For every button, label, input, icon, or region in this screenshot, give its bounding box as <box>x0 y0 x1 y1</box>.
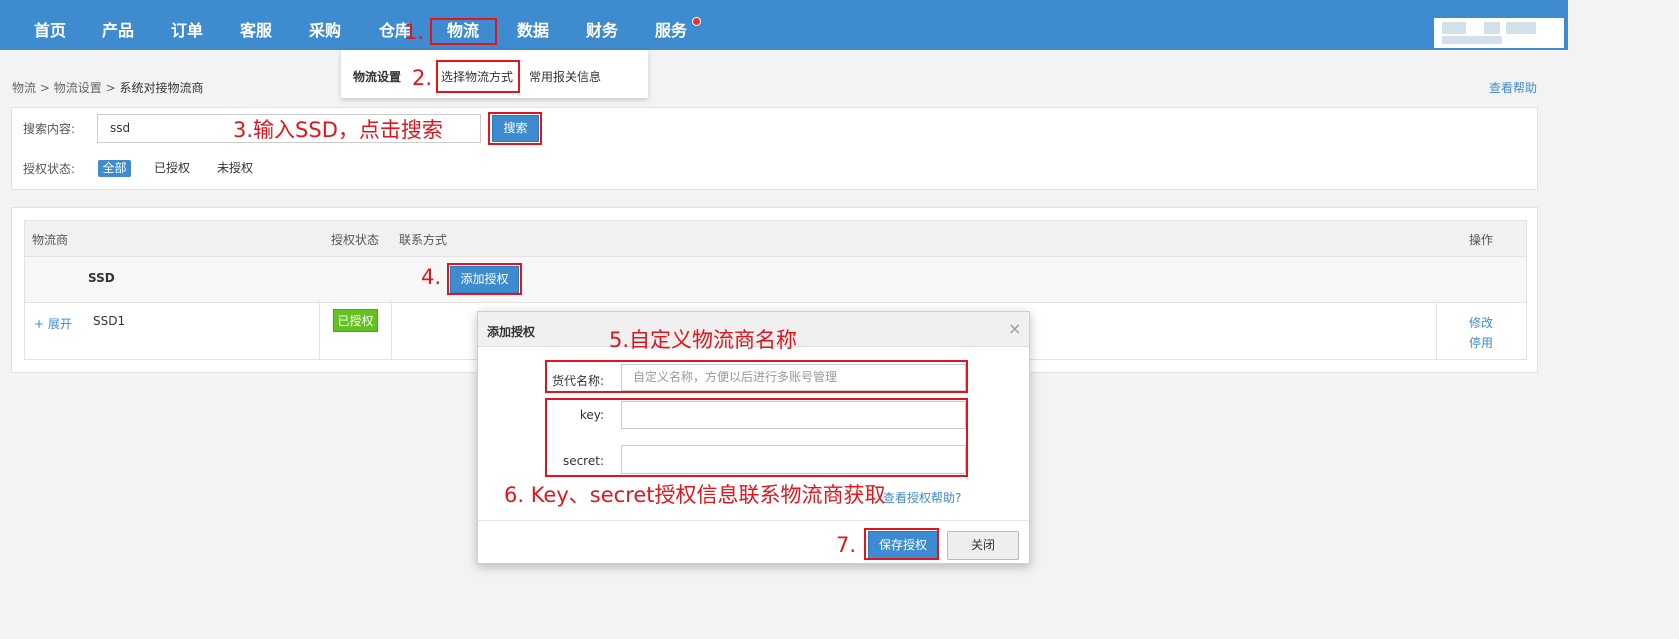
search-label: 搜索内容: <box>23 122 76 136</box>
annotation-box-alias <box>545 360 968 393</box>
annotation-box-add-auth <box>447 263 522 295</box>
nav-item-purchasing[interactable]: 采购 <box>309 0 341 50</box>
carrier-group-name: SSD <box>88 271 115 285</box>
help-link[interactable]: 查看帮助 <box>1489 79 1537 96</box>
annotation-step-1: 1. <box>404 20 425 44</box>
annotation-step-6: 6. Key、secret授权信息联系物流商获取 <box>504 483 886 507</box>
carrier-group-row <box>24 257 1527 303</box>
menu-item-customs-info[interactable]: 常用报关信息 <box>529 68 601 85</box>
annotation-box-save <box>864 528 939 560</box>
expand-toggle[interactable]: + 展开 <box>34 315 72 332</box>
annotation-step-5: 5.自定义物流商名称 <box>609 328 798 352</box>
auth-help-link[interactable]: 查看授权帮助? <box>883 489 961 506</box>
breadcrumb-current: 系统对接物流商 <box>119 81 204 95</box>
breadcrumb-logistics-settings[interactable]: 物流设置 <box>54 81 102 95</box>
close-icon[interactable]: × <box>1008 319 1021 338</box>
breadcrumb-separator: > <box>105 81 116 95</box>
filter-unauthorized[interactable]: 未授权 <box>217 160 253 177</box>
status-badge: 已授权 <box>333 309 378 332</box>
annotation-box-key-secret <box>545 398 968 477</box>
nav-item-home[interactable]: 首页 <box>34 0 66 50</box>
nav-item-products[interactable]: 产品 <box>102 0 134 50</box>
auth-status-label: 授权状态: <box>23 162 76 176</box>
breadcrumb: 物流 > 物流设置 > 系统对接物流商 <box>12 79 203 96</box>
nav-item-services[interactable]: 服务 <box>655 0 687 50</box>
column-header-carrier: 物流商 <box>32 233 69 247</box>
breadcrumb-separator: > <box>39 81 50 95</box>
breadcrumb-logistics[interactable]: 物流 <box>12 81 36 95</box>
nav-item-orders[interactable]: 订单 <box>171 0 203 50</box>
annotation-step-7: 7. <box>836 533 857 557</box>
column-header-contact: 联系方式 <box>399 233 448 247</box>
top-nav: 首页 产品 订单 客服 采购 仓库 物流 数据 财务 服务 <box>0 0 1568 50</box>
dropdown-title: 物流设置 <box>353 70 402 84</box>
notification-dot-icon <box>692 17 701 26</box>
annotation-box-logistics-nav <box>430 18 497 45</box>
annotation-box-select-method <box>436 60 520 93</box>
avatar <box>1442 22 1466 34</box>
close-dialog-button[interactable]: 关闭 <box>947 531 1019 560</box>
annotation-box-search-button <box>488 112 542 145</box>
nav-item-customer-service[interactable]: 客服 <box>240 0 272 50</box>
disable-link[interactable]: 停用 <box>1469 334 1493 351</box>
nav-item-finance[interactable]: 财务 <box>586 0 618 50</box>
column-header-auth-status: 授权状态 <box>331 233 380 247</box>
edit-link[interactable]: 修改 <box>1469 314 1493 331</box>
dialog-title: 添加授权 <box>487 325 536 339</box>
filter-authorized[interactable]: 已授权 <box>154 160 190 177</box>
annotation-step-2: 2. <box>412 66 433 90</box>
table-header <box>24 220 1527 257</box>
annotation-step-4: 4. <box>421 265 442 289</box>
annotation-step-3: 3.输入SSD，点击搜索 <box>233 118 443 142</box>
column-header-actions: 操作 <box>1469 233 1494 247</box>
user-account-area[interactable] <box>1434 18 1564 48</box>
carrier-account-name: SSD1 <box>93 314 126 328</box>
filter-all[interactable]: 全部 <box>98 160 131 177</box>
nav-item-data[interactable]: 数据 <box>517 0 549 50</box>
